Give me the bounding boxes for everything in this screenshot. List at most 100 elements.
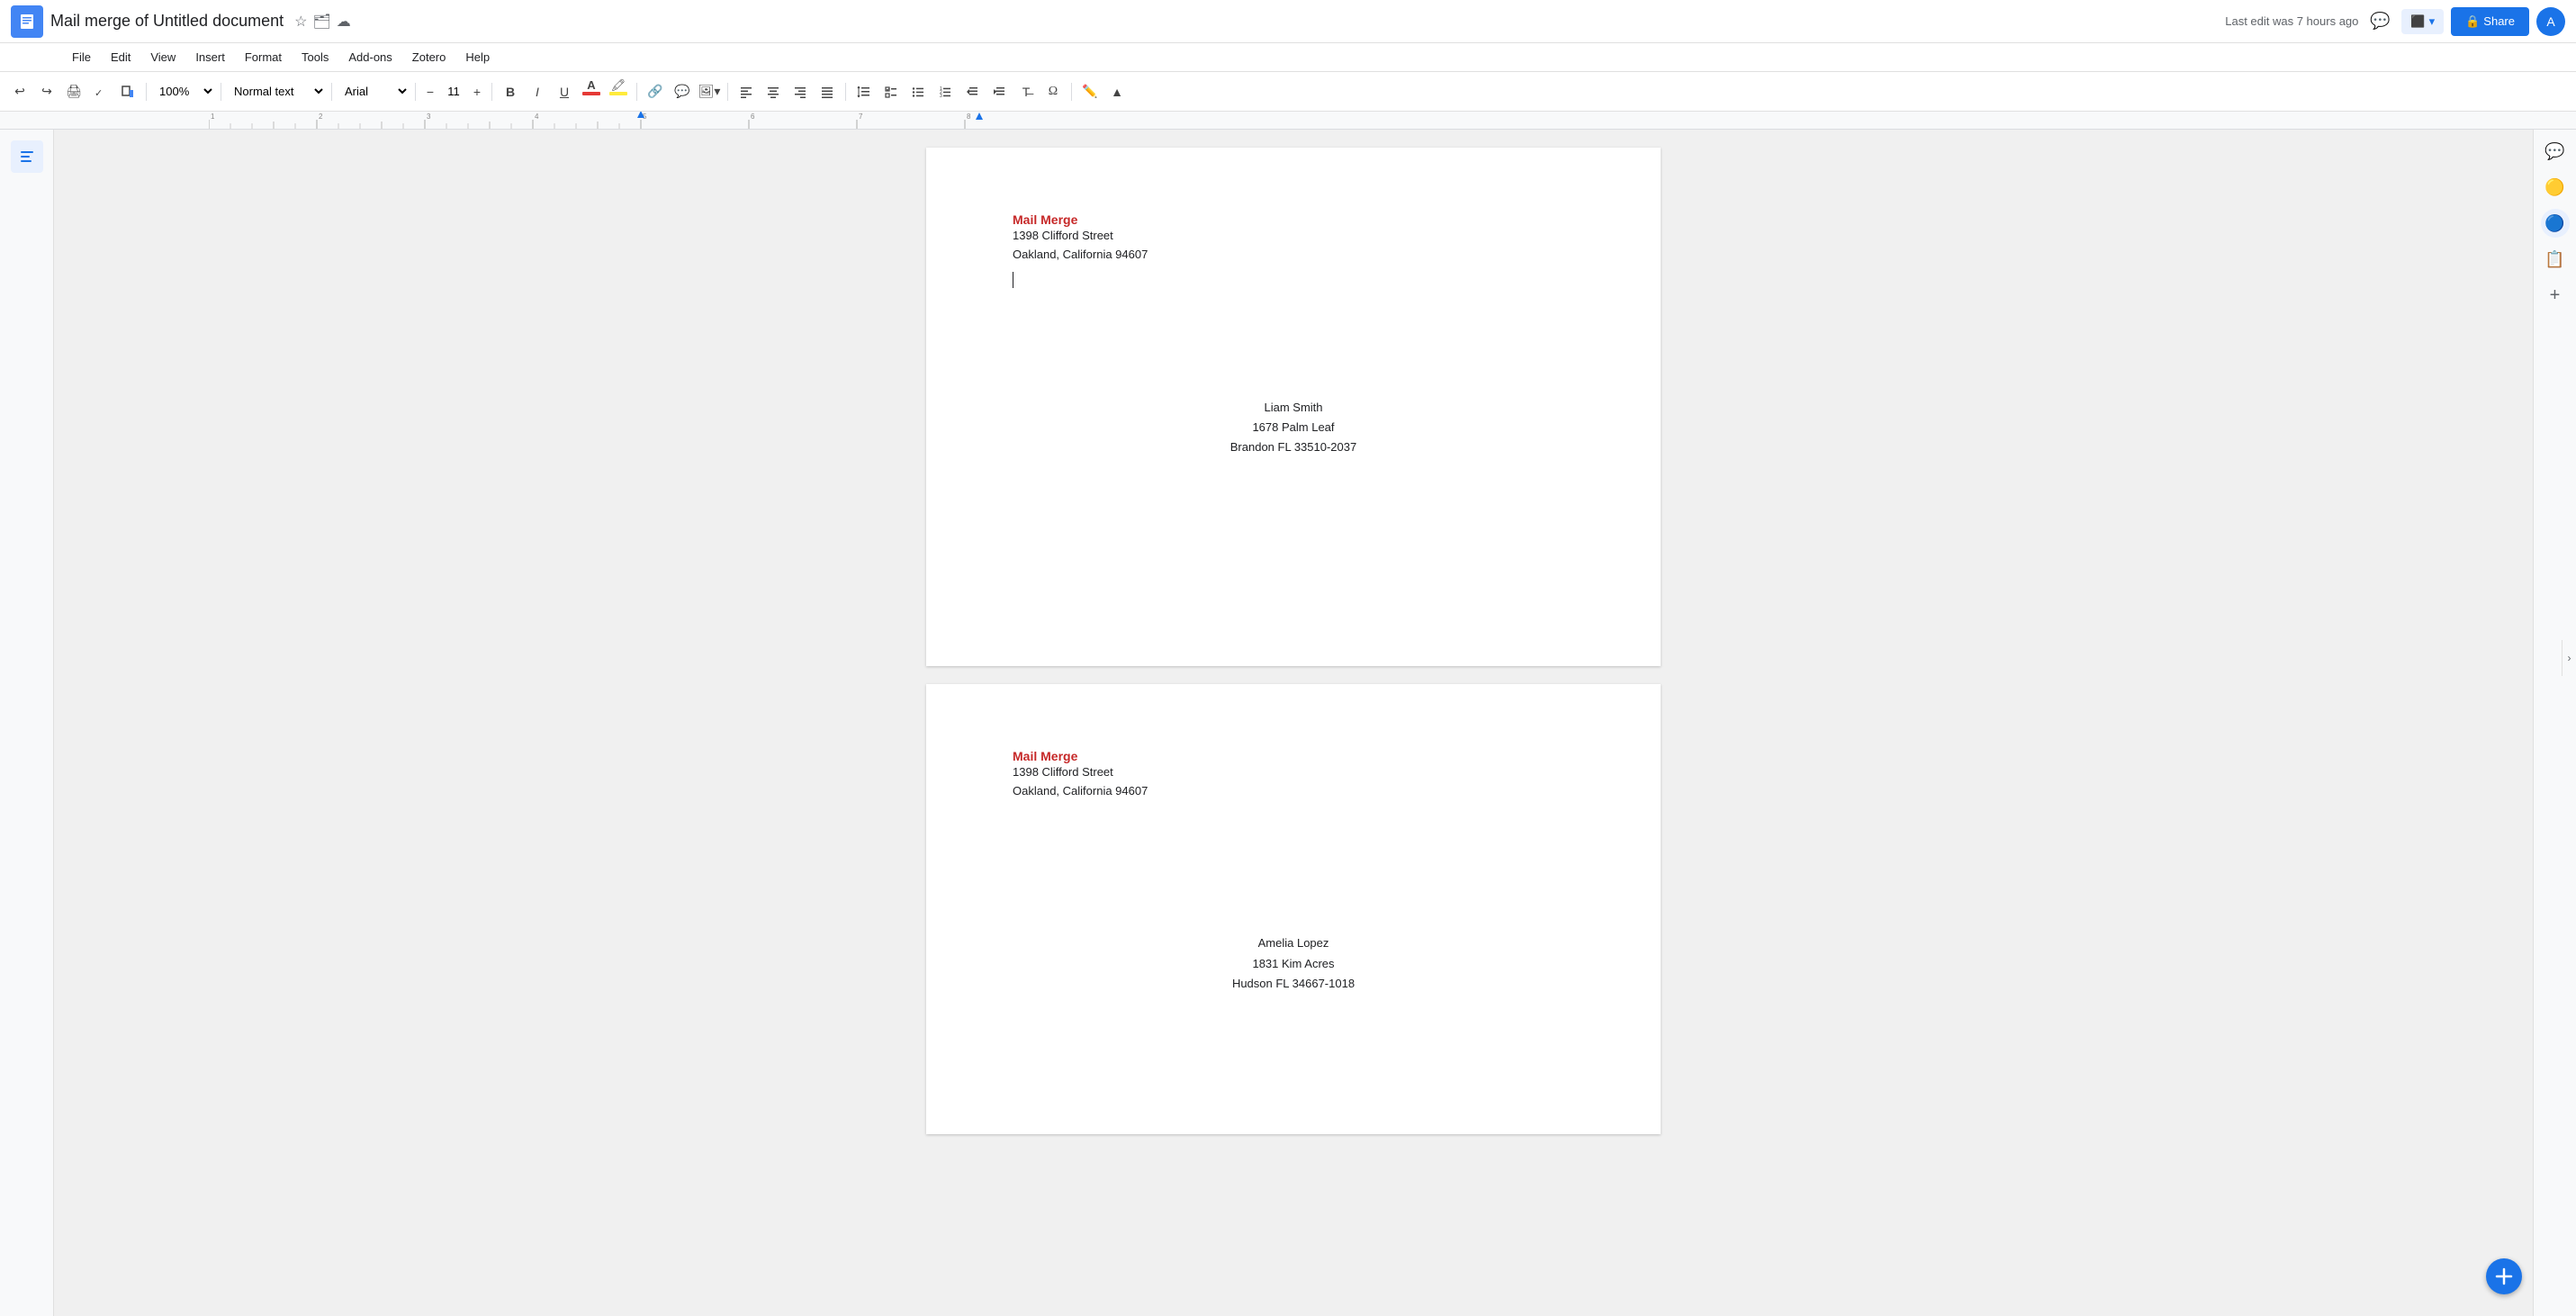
clear-format-button[interactable]: T̶ <box>1013 79 1039 104</box>
font-select[interactable]: Arial Times New Roman Courier New <box>338 82 410 101</box>
menu-bar: File Edit View Insert Format Tools Add-o… <box>0 43 2576 72</box>
align-justify-button[interactable] <box>815 79 840 104</box>
sender-street-2: 1398 Clifford Street <box>1013 763 1574 782</box>
ruler: 1 2 3 4 5 6 7 8 <box>0 112 2576 130</box>
menu-view[interactable]: View <box>141 47 185 68</box>
document-title: Mail merge of Untitled document <box>50 12 284 31</box>
indent-less-button[interactable] <box>959 79 985 104</box>
right-panel-sync-icon[interactable]: 🔵 <box>2541 209 2570 238</box>
last-edit: Last edit was 7 hours ago <box>2225 14 2358 28</box>
style-select[interactable]: Normal text Heading 1 Heading 2 Title <box>227 82 326 101</box>
svg-text:7: 7 <box>859 113 863 121</box>
undo-button[interactable]: ↩ <box>7 79 32 104</box>
sender-street-1: 1398 Clifford Street <box>1013 227 1574 246</box>
recipient-name-2: Amelia Lopez <box>1013 933 1574 953</box>
present-button[interactable]: ⬛ ▾ <box>2401 9 2444 34</box>
recipient-street-1: 1678 Palm Leaf <box>1013 418 1574 437</box>
omega-button[interactable]: Ω <box>1040 79 1066 104</box>
pen-button[interactable]: ✏️ <box>1077 79 1103 104</box>
divider-8 <box>845 83 846 101</box>
checklist-button[interactable] <box>878 79 904 104</box>
align-left-button[interactable] <box>734 79 759 104</box>
recipient-block-1: Liam Smith 1678 Palm Leaf Brandon FL 335… <box>1013 398 1574 457</box>
menu-zotero[interactable]: Zotero <box>403 47 455 68</box>
font-size-control: − + <box>421 83 486 101</box>
divider-5 <box>491 83 492 101</box>
comments-button[interactable]: 💬 <box>2365 7 2394 36</box>
svg-text:6: 6 <box>751 113 755 121</box>
right-panel: 💬 🟡 🔵 📋 + <box>2533 130 2576 1316</box>
menu-format[interactable]: Format <box>236 47 291 68</box>
avatar[interactable]: A <box>2536 7 2565 36</box>
spellcheck-button[interactable]: ✓ <box>88 79 113 104</box>
bold-button[interactable]: B <box>498 79 523 104</box>
main-layout: Mail Merge 1398 Clifford Street Oakland,… <box>0 130 2576 1316</box>
recipient-name-1: Liam Smith <box>1013 398 1574 418</box>
recipient-block-2: Amelia Lopez 1831 Kim Acres Hudson FL 34… <box>1013 933 1574 993</box>
toolbar: ↩ ↪ 🖨 ✓ 100% 75% 125% Normal text Headin… <box>0 72 2576 112</box>
divider-3 <box>331 83 332 101</box>
link-button[interactable]: 🔗 <box>643 79 668 104</box>
font-size-increase[interactable]: + <box>468 83 486 101</box>
svg-text:✓: ✓ <box>95 88 103 99</box>
folder-icon[interactable]: 🗂 <box>312 13 330 31</box>
menu-edit[interactable]: Edit <box>102 47 140 68</box>
insert-image-button[interactable]: 🖼▾ <box>697 79 722 104</box>
right-panel-edit-icon[interactable]: 💬 <box>2541 137 2570 166</box>
right-panel-add-icon[interactable]: + <box>2541 281 2570 310</box>
divider-1 <box>146 83 147 101</box>
numbered-list-button[interactable]: 123 <box>932 79 958 104</box>
sender-name-2: Mail Merge <box>1013 749 1574 763</box>
insert-comment-button[interactable]: 💬 <box>670 79 695 104</box>
title-icons: ☆ 🗂 ☁ <box>294 13 351 31</box>
right-panel-note-icon[interactable]: 🟡 <box>2541 173 2570 202</box>
svg-text:4: 4 <box>535 113 539 121</box>
divider-4 <box>415 83 416 101</box>
menu-addons[interactable]: Add-ons <box>339 47 401 68</box>
recipient-city-2: Hudson FL 34667-1018 <box>1013 974 1574 994</box>
menu-file[interactable]: File <box>63 47 100 68</box>
align-right-button[interactable] <box>788 79 813 104</box>
fab-button[interactable] <box>2486 1258 2522 1294</box>
share-button[interactable]: 🔒 Share <box>2451 7 2529 36</box>
divider-6 <box>636 83 637 101</box>
star-icon[interactable]: ☆ <box>294 13 307 31</box>
paint-format-button[interactable] <box>115 79 140 104</box>
sender-block-2: Mail Merge 1398 Clifford Street Oakland,… <box>1013 749 1574 801</box>
outline-icon[interactable] <box>11 140 43 173</box>
document-area[interactable]: Mail Merge 1398 Clifford Street Oakland,… <box>54 130 2533 1316</box>
page-1: Mail Merge 1398 Clifford Street Oakland,… <box>926 148 1661 666</box>
header-right: 💬 ⬛ ▾ 🔒 Share A <box>2365 7 2565 36</box>
panel-toggle[interactable]: › <box>2562 640 2576 676</box>
highlight-bar <box>609 92 627 95</box>
text-color-bar <box>582 92 600 95</box>
underline-button[interactable]: U <box>552 79 577 104</box>
line-spacing-button[interactable] <box>851 79 877 104</box>
print-button[interactable]: 🖨 <box>61 79 86 104</box>
svg-text:3: 3 <box>940 94 942 99</box>
italic-button[interactable]: I <box>525 79 550 104</box>
page-2: Mail Merge 1398 Clifford Street Oakland,… <box>926 684 1661 1134</box>
collapse-toolbar[interactable]: ▲ <box>1104 79 1130 104</box>
divider-7 <box>727 83 728 101</box>
recipient-city-1: Brandon FL 33510-2037 <box>1013 437 1574 457</box>
highlight-button[interactable]: 🖍 <box>606 79 631 104</box>
svg-text:8: 8 <box>967 113 971 121</box>
zoom-select[interactable]: 100% 75% 125% <box>152 82 215 101</box>
text-color-button[interactable]: A <box>579 79 604 104</box>
bullet-list-button[interactable] <box>905 79 931 104</box>
right-panel-clipboard-icon[interactable]: 📋 <box>2541 245 2570 274</box>
sender-block-1: Mail Merge 1398 Clifford Street Oakland,… <box>1013 212 1574 265</box>
ruler-inner: 1 2 3 4 5 6 7 8 <box>209 112 1073 129</box>
sender-city-1: Oakland, California 94607 <box>1013 246 1574 265</box>
menu-tools[interactable]: Tools <box>293 47 338 68</box>
font-size-decrease[interactable]: − <box>421 83 439 101</box>
menu-insert[interactable]: Insert <box>186 47 234 68</box>
font-size-input[interactable] <box>439 85 468 98</box>
indent-more-button[interactable] <box>986 79 1012 104</box>
menu-help[interactable]: Help <box>456 47 499 68</box>
svg-text:1: 1 <box>211 113 215 121</box>
align-center-button[interactable] <box>761 79 786 104</box>
redo-button[interactable]: ↪ <box>34 79 59 104</box>
cloud-icon[interactable]: ☁ <box>337 13 351 31</box>
